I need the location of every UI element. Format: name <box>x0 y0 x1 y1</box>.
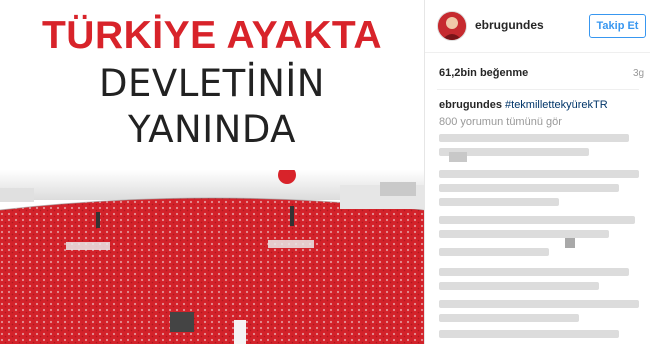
post-header: ebrugundes Takip Et <box>425 0 650 53</box>
post-image[interactable]: TÜRKİYE AYAKTA DEVLETİNİN YANINDA <box>0 0 424 344</box>
caption: ebrugundes #tekmillettekyürekTR <box>439 99 608 111</box>
headline-line-2: DEVLETİNİN <box>99 62 325 105</box>
headline-line-3: YANINDA <box>128 108 296 151</box>
headline-line-1: TÜRKİYE AYAKTA <box>41 14 382 57</box>
caption-username[interactable]: ebrugundes <box>439 99 502 111</box>
divider <box>437 89 639 90</box>
caption-hashtag[interactable]: #tekmillettekyürekTR <box>505 99 608 111</box>
stage-left <box>0 188 34 202</box>
likes-count[interactable]: 61,2bin beğenme <box>439 67 528 79</box>
view-all-comments-link[interactable]: 800 yorumun tümünü gör <box>439 116 562 128</box>
post-time[interactable]: 3g <box>633 68 644 79</box>
blurred-comments <box>439 134 639 338</box>
crowd-photo <box>0 170 424 344</box>
post-sidebar: ebrugundes Takip Et 61,2bin beğenme 3g e… <box>424 0 650 344</box>
username[interactable]: ebrugundes <box>475 18 544 32</box>
follow-button[interactable]: Takip Et <box>589 14 646 38</box>
avatar[interactable] <box>437 11 467 41</box>
